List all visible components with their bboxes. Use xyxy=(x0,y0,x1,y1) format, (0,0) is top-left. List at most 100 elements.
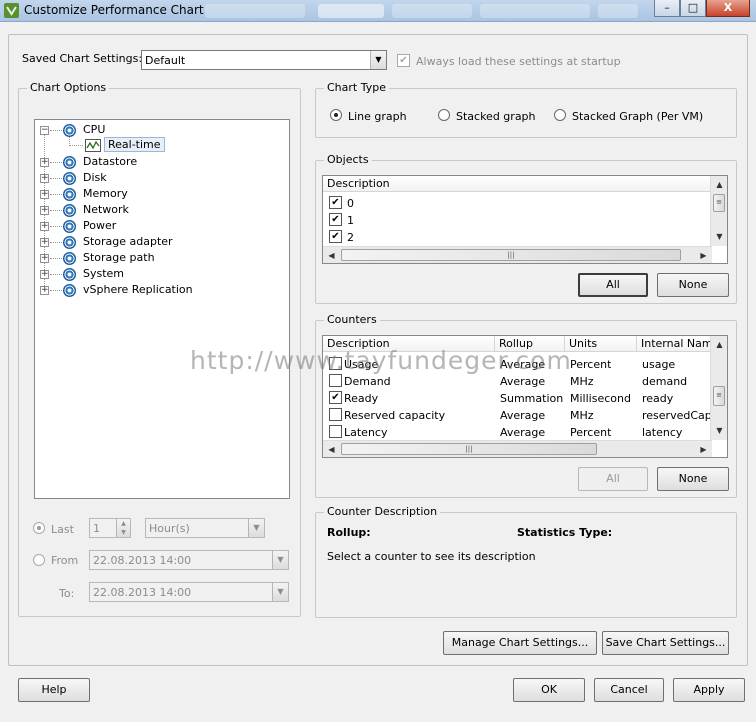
to-date-combo[interactable]: 22.08.2013 14:00 ▼ xyxy=(89,582,289,602)
scrollbar-thumb[interactable]: ||| xyxy=(341,443,597,455)
table-row[interactable]: Latency Average Percent latency xyxy=(323,424,712,441)
always-load-checkbox[interactable]: ✔ xyxy=(397,54,410,67)
horizontal-scrollbar[interactable]: ◀ ||| ▶ xyxy=(323,440,712,457)
vertical-scrollbar[interactable]: ▲ ≡ ▼ xyxy=(710,176,727,246)
rollup-label: Rollup: xyxy=(327,526,371,539)
tree-item-system[interactable]: + System xyxy=(35,266,285,282)
close-button[interactable]: X xyxy=(706,0,750,17)
tree-item-storage-adapter[interactable]: + Storage adapter xyxy=(35,234,285,250)
list-item[interactable]: ✔ 1 xyxy=(329,213,699,229)
scroll-up-icon[interactable]: ▲ xyxy=(711,176,727,193)
chevron-down-icon[interactable]: ▼ xyxy=(248,519,264,537)
counters-none-button[interactable]: None xyxy=(657,467,729,491)
stacked-graph-radio[interactable] xyxy=(438,109,450,121)
scroll-down-icon[interactable]: ▼ xyxy=(711,422,727,439)
cancel-button[interactable]: Cancel xyxy=(594,678,664,702)
column-header-description[interactable]: Description xyxy=(323,176,712,192)
counter-checkbox[interactable] xyxy=(329,374,342,387)
objects-list[interactable]: Description ✔ 0 ✔ 1 ✔ 2 ▲ ≡ ▼ ◀ ||| ▶ xyxy=(322,175,728,264)
counter-description: Reserved capacity xyxy=(344,409,446,422)
unit-combo[interactable]: Hour(s) ▼ xyxy=(145,518,265,538)
column-header-internal-name[interactable]: Internal Name xyxy=(637,336,712,352)
counter-units: MHz xyxy=(570,375,594,388)
counter-description: Latency xyxy=(344,426,388,439)
expand-icon[interactable]: + xyxy=(40,286,49,295)
column-header-units[interactable]: Units xyxy=(565,336,637,352)
object-checkbox[interactable]: ✔ xyxy=(329,196,342,209)
scrollbar-thumb[interactable]: ≡ xyxy=(713,386,725,406)
object-checkbox[interactable]: ✔ xyxy=(329,213,342,226)
tree-item-vsphere-replication[interactable]: + vSphere Replication xyxy=(35,282,285,298)
table-row[interactable]: Reserved capacity Average MHz reservedCa… xyxy=(323,407,712,424)
from-date-combo[interactable]: 22.08.2013 14:00 ▼ xyxy=(89,550,289,570)
chart-type-title: Chart Type xyxy=(324,81,389,94)
list-item[interactable]: ✔ 2 xyxy=(329,230,699,246)
vertical-scrollbar[interactable]: ▲ ≡ ▼ xyxy=(710,336,727,440)
metrics-tree[interactable]: − CPU Real-time + Datastore + Disk + Mem… xyxy=(34,119,290,499)
saved-settings-combo[interactable]: Default ▼ xyxy=(141,50,387,70)
to-date-value: 22.08.2013 14:00 xyxy=(93,586,192,599)
scrollbar-thumb[interactable]: ||| xyxy=(341,249,681,261)
counter-checkbox[interactable] xyxy=(329,408,342,421)
scroll-right-icon[interactable]: ▶ xyxy=(695,247,712,263)
counter-units: MHz xyxy=(570,409,594,422)
objects-none-button[interactable]: None xyxy=(657,273,729,297)
last-value-spinner[interactable]: 1 ▲ ▼ xyxy=(89,518,131,538)
tree-item-cpu[interactable]: − CPU xyxy=(35,122,285,138)
tree-item-storage-path[interactable]: + Storage path xyxy=(35,250,285,266)
scroll-left-icon[interactable]: ◀ xyxy=(323,247,340,263)
tree-item-memory[interactable]: + Memory xyxy=(35,186,285,202)
manage-chart-settings-button[interactable]: Manage Chart Settings... xyxy=(443,631,597,655)
counter-internal-name: demand xyxy=(642,375,688,388)
table-row[interactable]: Demand Average MHz demand xyxy=(323,373,712,390)
scroll-right-icon[interactable]: ▶ xyxy=(695,441,712,457)
save-chart-settings-button[interactable]: Save Chart Settings... xyxy=(602,631,729,655)
tree-item-power[interactable]: + Power xyxy=(35,218,285,234)
object-checkbox[interactable]: ✔ xyxy=(329,230,342,243)
tree-item-real-time[interactable]: Real-time xyxy=(35,137,285,154)
horizontal-scrollbar[interactable]: ◀ ||| ▶ xyxy=(323,246,712,263)
line-graph-radio[interactable] xyxy=(330,109,342,121)
maximize-button[interactable]: □ xyxy=(680,0,706,17)
scroll-down-icon[interactable]: ▼ xyxy=(711,228,727,245)
object-label: 1 xyxy=(347,214,354,227)
expand-icon[interactable]: + xyxy=(40,206,49,215)
ok-button[interactable]: OK xyxy=(513,678,585,702)
tree-item-datastore[interactable]: + Datastore xyxy=(35,154,285,170)
from-radio[interactable] xyxy=(33,554,45,566)
stacked-graph-per-vm-radio[interactable] xyxy=(554,109,566,121)
tree-item-disk[interactable]: + Disk xyxy=(35,170,285,186)
chevron-down-icon[interactable]: ▼ xyxy=(272,551,288,569)
scroll-up-icon[interactable]: ▲ xyxy=(711,336,727,353)
scrollbar-thumb[interactable]: ≡ xyxy=(713,194,725,212)
counter-group-icon xyxy=(63,252,76,265)
minimize-button[interactable]: – xyxy=(654,0,680,17)
spinner-arrows-icon[interactable]: ▲ ▼ xyxy=(116,519,130,537)
apply-button[interactable]: Apply xyxy=(673,678,745,702)
expand-icon[interactable]: + xyxy=(40,158,49,167)
expand-icon[interactable]: + xyxy=(40,190,49,199)
last-radio[interactable] xyxy=(33,522,45,534)
counter-checkbox[interactable] xyxy=(329,425,342,438)
expand-icon[interactable]: + xyxy=(40,238,49,247)
expand-icon[interactable]: + xyxy=(40,270,49,279)
chevron-down-icon[interactable]: ▼ xyxy=(370,51,386,69)
tree-item-label: Disk xyxy=(83,171,107,184)
tree-item-label: Memory xyxy=(83,187,128,200)
tree-guide-line xyxy=(50,130,62,131)
counter-rollup: Average xyxy=(500,409,546,422)
collapse-icon[interactable]: − xyxy=(40,126,49,135)
counter-group-icon xyxy=(63,220,76,233)
help-button[interactable]: Help xyxy=(18,678,90,702)
expand-icon[interactable]: + xyxy=(40,254,49,263)
objects-all-button[interactable]: All xyxy=(578,273,648,297)
table-row[interactable]: ✔ Ready Summation Millisecond ready xyxy=(323,390,712,407)
scroll-left-icon[interactable]: ◀ xyxy=(323,441,340,457)
chevron-down-icon[interactable]: ▼ xyxy=(272,583,288,601)
expand-icon[interactable]: + xyxy=(40,222,49,231)
list-item[interactable]: ✔ 0 xyxy=(329,196,699,212)
counters-all-button[interactable]: All xyxy=(578,467,648,491)
tree-item-network[interactable]: + Network xyxy=(35,202,285,218)
counter-checkbox[interactable]: ✔ xyxy=(329,391,342,404)
expand-icon[interactable]: + xyxy=(40,174,49,183)
